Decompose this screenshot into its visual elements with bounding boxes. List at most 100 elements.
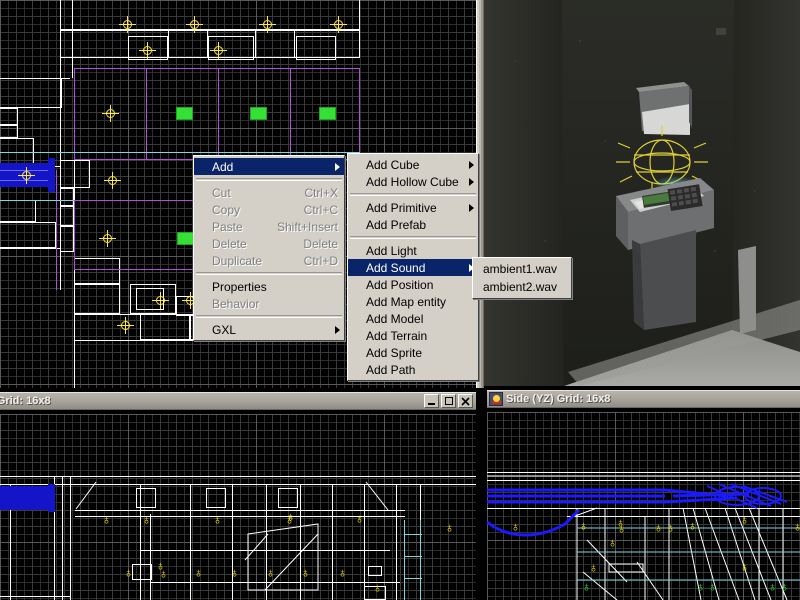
light-gizmo[interactable]: ♁ <box>792 520 800 533</box>
light-gizmo[interactable] <box>210 42 227 59</box>
menu-item-label: Add Cube <box>366 158 472 172</box>
menu-item-label: Properties <box>212 280 338 294</box>
light-gizmo[interactable] <box>102 105 119 122</box>
light-gizmo[interactable]: ♁ <box>510 520 521 533</box>
minimize-button[interactable] <box>424 394 439 408</box>
add-menu-item-add-path[interactable]: Add Path <box>348 361 478 378</box>
trigger-line <box>404 578 422 579</box>
add-menu-item-add-terrain[interactable]: Add Terrain <box>348 327 478 344</box>
wire-rect <box>0 78 62 108</box>
volume-edge <box>56 170 57 290</box>
menu-item-label: Add Light <box>366 244 472 258</box>
wire-rect <box>255 30 295 58</box>
light-gizmo[interactable]: ♁ <box>372 581 383 594</box>
light-gizmo[interactable]: ♁ <box>578 519 589 532</box>
entity-gizmo[interactable]: ♁ <box>707 580 718 593</box>
light-gizmo[interactable]: ♁ <box>687 519 698 532</box>
menu-item-label: Add Path <box>366 363 472 377</box>
wire-rect <box>60 226 74 252</box>
wire-rect <box>168 30 208 58</box>
light-gizmo[interactable]: ♁ <box>101 513 112 526</box>
light-gizmo[interactable]: ♁ <box>665 521 676 534</box>
light-gizmo[interactable]: ♁ <box>337 566 348 579</box>
context-menu-item-duplicate: DuplicateCtrl+D <box>194 252 344 269</box>
light-gizmo[interactable]: ♁ <box>141 513 152 526</box>
context-menu[interactable]: AddCutCtrl+XCopyCtrl+CPasteShift+InsertD… <box>193 155 345 341</box>
light-gizmo[interactable]: ♁ <box>607 536 618 549</box>
menu-item-label: Paste <box>212 220 261 234</box>
viewport-side-yz[interactable]: ♁♁♁♁♁♁♁♁♁♁♁♁♁♁♁♁♁ <box>487 412 800 600</box>
light-gizmo[interactable]: ♁ <box>229 566 240 579</box>
context-menu-item-cut: CutCtrl+X <box>194 184 344 201</box>
menu-item-label: Add Prefab <box>366 218 472 232</box>
entity-gizmo[interactable]: ♁ <box>767 580 778 593</box>
submenu-arrow-icon <box>469 204 474 212</box>
sound-menu-item-ambient1-wav[interactable]: ambient1.wav <box>473 260 571 278</box>
entity-gizmo[interactable]: ♁ <box>695 580 706 593</box>
add-menu-item-add-hollow-cube[interactable]: Add Hollow Cube <box>348 173 478 190</box>
menu-item-accelerator: Ctrl+C <box>304 203 338 217</box>
entity-gizmo[interactable] <box>178 233 193 244</box>
add-menu-item-add-sprite[interactable]: Add Sprite <box>348 344 478 361</box>
light-gizmo[interactable]: ♁ <box>265 566 276 579</box>
add-menu-item-add-primitive[interactable]: Add Primitive <box>348 199 478 216</box>
add-menu-item-add-model[interactable]: Add Model <box>348 310 478 327</box>
maximize-button[interactable] <box>441 394 456 408</box>
entity-gizmo[interactable] <box>320 108 335 119</box>
add-submenu[interactable]: Add CubeAdd Hollow Cube Add Primitive Add … <box>347 153 479 381</box>
viewport-front-xz[interactable]: ♁♁♁♁♁♁♁♁♁♁♁♁♁♁♁♁ <box>0 414 476 600</box>
light-gizmo[interactable] <box>139 42 156 59</box>
light-gizmo[interactable]: ♁ <box>653 521 664 534</box>
add-menu-item-add-cube[interactable]: Add Cube <box>348 156 478 173</box>
light-gizmo[interactable] <box>104 172 121 189</box>
light-gizmo[interactable] <box>119 16 136 33</box>
light-gizmo[interactable] <box>186 16 203 33</box>
level-editor-window: XZ) Grid: 16x8 <box>0 0 800 600</box>
trigger-line <box>420 520 421 600</box>
light-gizmo[interactable]: ♁ <box>739 560 750 573</box>
light-gizmo[interactable]: ♁ <box>588 561 599 574</box>
titlebar-side-view[interactable]: Side (YZ) Grid: 16x8 <box>487 390 800 408</box>
wire-rect <box>60 188 74 206</box>
volume-edge <box>218 68 219 160</box>
add-menu-item-add-position[interactable]: Add Position <box>348 276 478 293</box>
wire-rect <box>60 206 74 226</box>
light-gizmo[interactable]: ♁ <box>123 566 134 579</box>
context-menu-item-add[interactable]: Add <box>194 158 344 175</box>
light-gizmo[interactable] <box>117 317 134 334</box>
light-gizmo[interactable] <box>330 16 347 33</box>
entity-gizmo[interactable] <box>251 108 266 119</box>
add-menu-item-add-map-entity[interactable]: Add Map entity <box>348 293 478 310</box>
light-gizmo[interactable]: ♁ <box>285 510 296 523</box>
light-gizmo[interactable]: ♁ <box>300 566 311 579</box>
light-gizmo[interactable]: ♁ <box>158 567 169 580</box>
light-gizmo[interactable] <box>259 16 276 33</box>
light-gizmo[interactable]: ♁ <box>739 513 750 526</box>
wire-line <box>0 248 60 249</box>
light-gizmo[interactable]: ♁ <box>193 566 204 579</box>
light-gizmo[interactable]: ♁ <box>444 521 455 534</box>
trigger-line <box>0 152 360 153</box>
context-menu-item-properties[interactable]: Properties <box>194 278 344 295</box>
add-menu-item-add-sound[interactable]: Add Sound <box>348 259 478 276</box>
menu-item-accelerator: Ctrl+D <box>304 254 338 268</box>
entity-gizmo[interactable]: ♁ <box>779 580 790 593</box>
light-gizmo[interactable] <box>99 230 116 247</box>
light-gizmo[interactable]: ♁ <box>616 522 627 535</box>
light-gizmo[interactable] <box>152 292 169 309</box>
add-menu-item-add-light[interactable]: Add Light <box>348 242 478 259</box>
sound-menu-item-ambient2-wav[interactable]: ambient2.wav <box>473 278 571 296</box>
entity-gizmo[interactable]: ♁ <box>581 580 592 593</box>
close-button[interactable] <box>458 394 473 408</box>
light-gizmo[interactable]: ♁ <box>354 512 365 525</box>
viewport-perspective-3d[interactable] <box>484 0 800 386</box>
add-sound-submenu[interactable]: ambient1.wavambient2.wav <box>472 257 572 299</box>
trigger-line <box>404 534 422 535</box>
light-gizmo[interactable]: ♁ <box>212 513 223 526</box>
titlebar-front-view[interactable]: XZ) Grid: 16x8 <box>0 392 476 410</box>
light-gizmo[interactable] <box>18 167 35 184</box>
entity-gizmo[interactable] <box>177 108 192 119</box>
menu-item-label: GXL <box>212 323 338 337</box>
context-menu-item-gxl[interactable]: GXL <box>194 321 344 338</box>
add-menu-item-add-prefab[interactable]: Add Prefab <box>348 216 478 233</box>
